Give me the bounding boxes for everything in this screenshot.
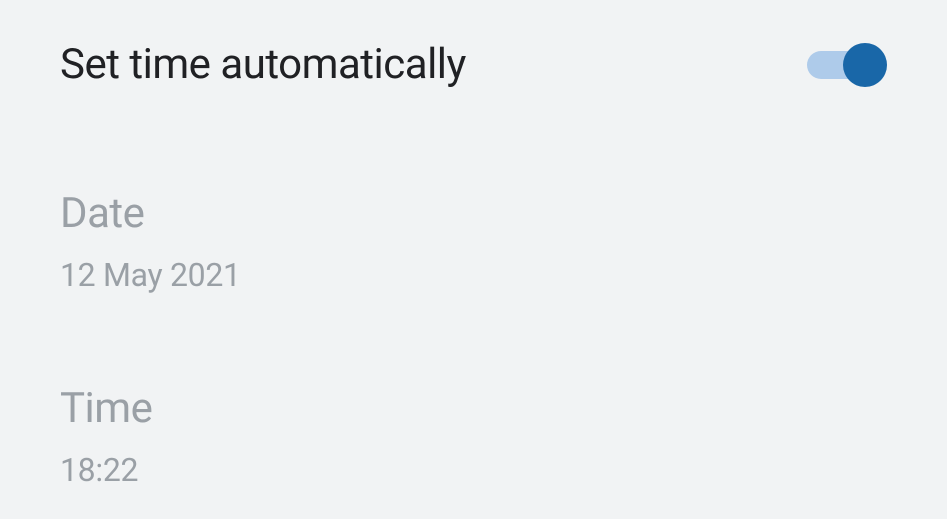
- date-label: Date: [60, 189, 887, 238]
- toggle-thumb: [843, 43, 887, 87]
- time-label: Time: [60, 384, 887, 433]
- auto-time-setting-row: Set time automatically: [60, 40, 887, 89]
- time-value: 18:22: [60, 451, 887, 489]
- date-setting-item[interactable]: Date 12 May 2021: [60, 189, 887, 294]
- auto-time-title: Set time automatically: [60, 40, 466, 89]
- auto-time-toggle[interactable]: [807, 43, 887, 87]
- time-setting-item[interactable]: Time 18:22: [60, 384, 887, 489]
- date-value: 12 May 2021: [60, 256, 887, 294]
